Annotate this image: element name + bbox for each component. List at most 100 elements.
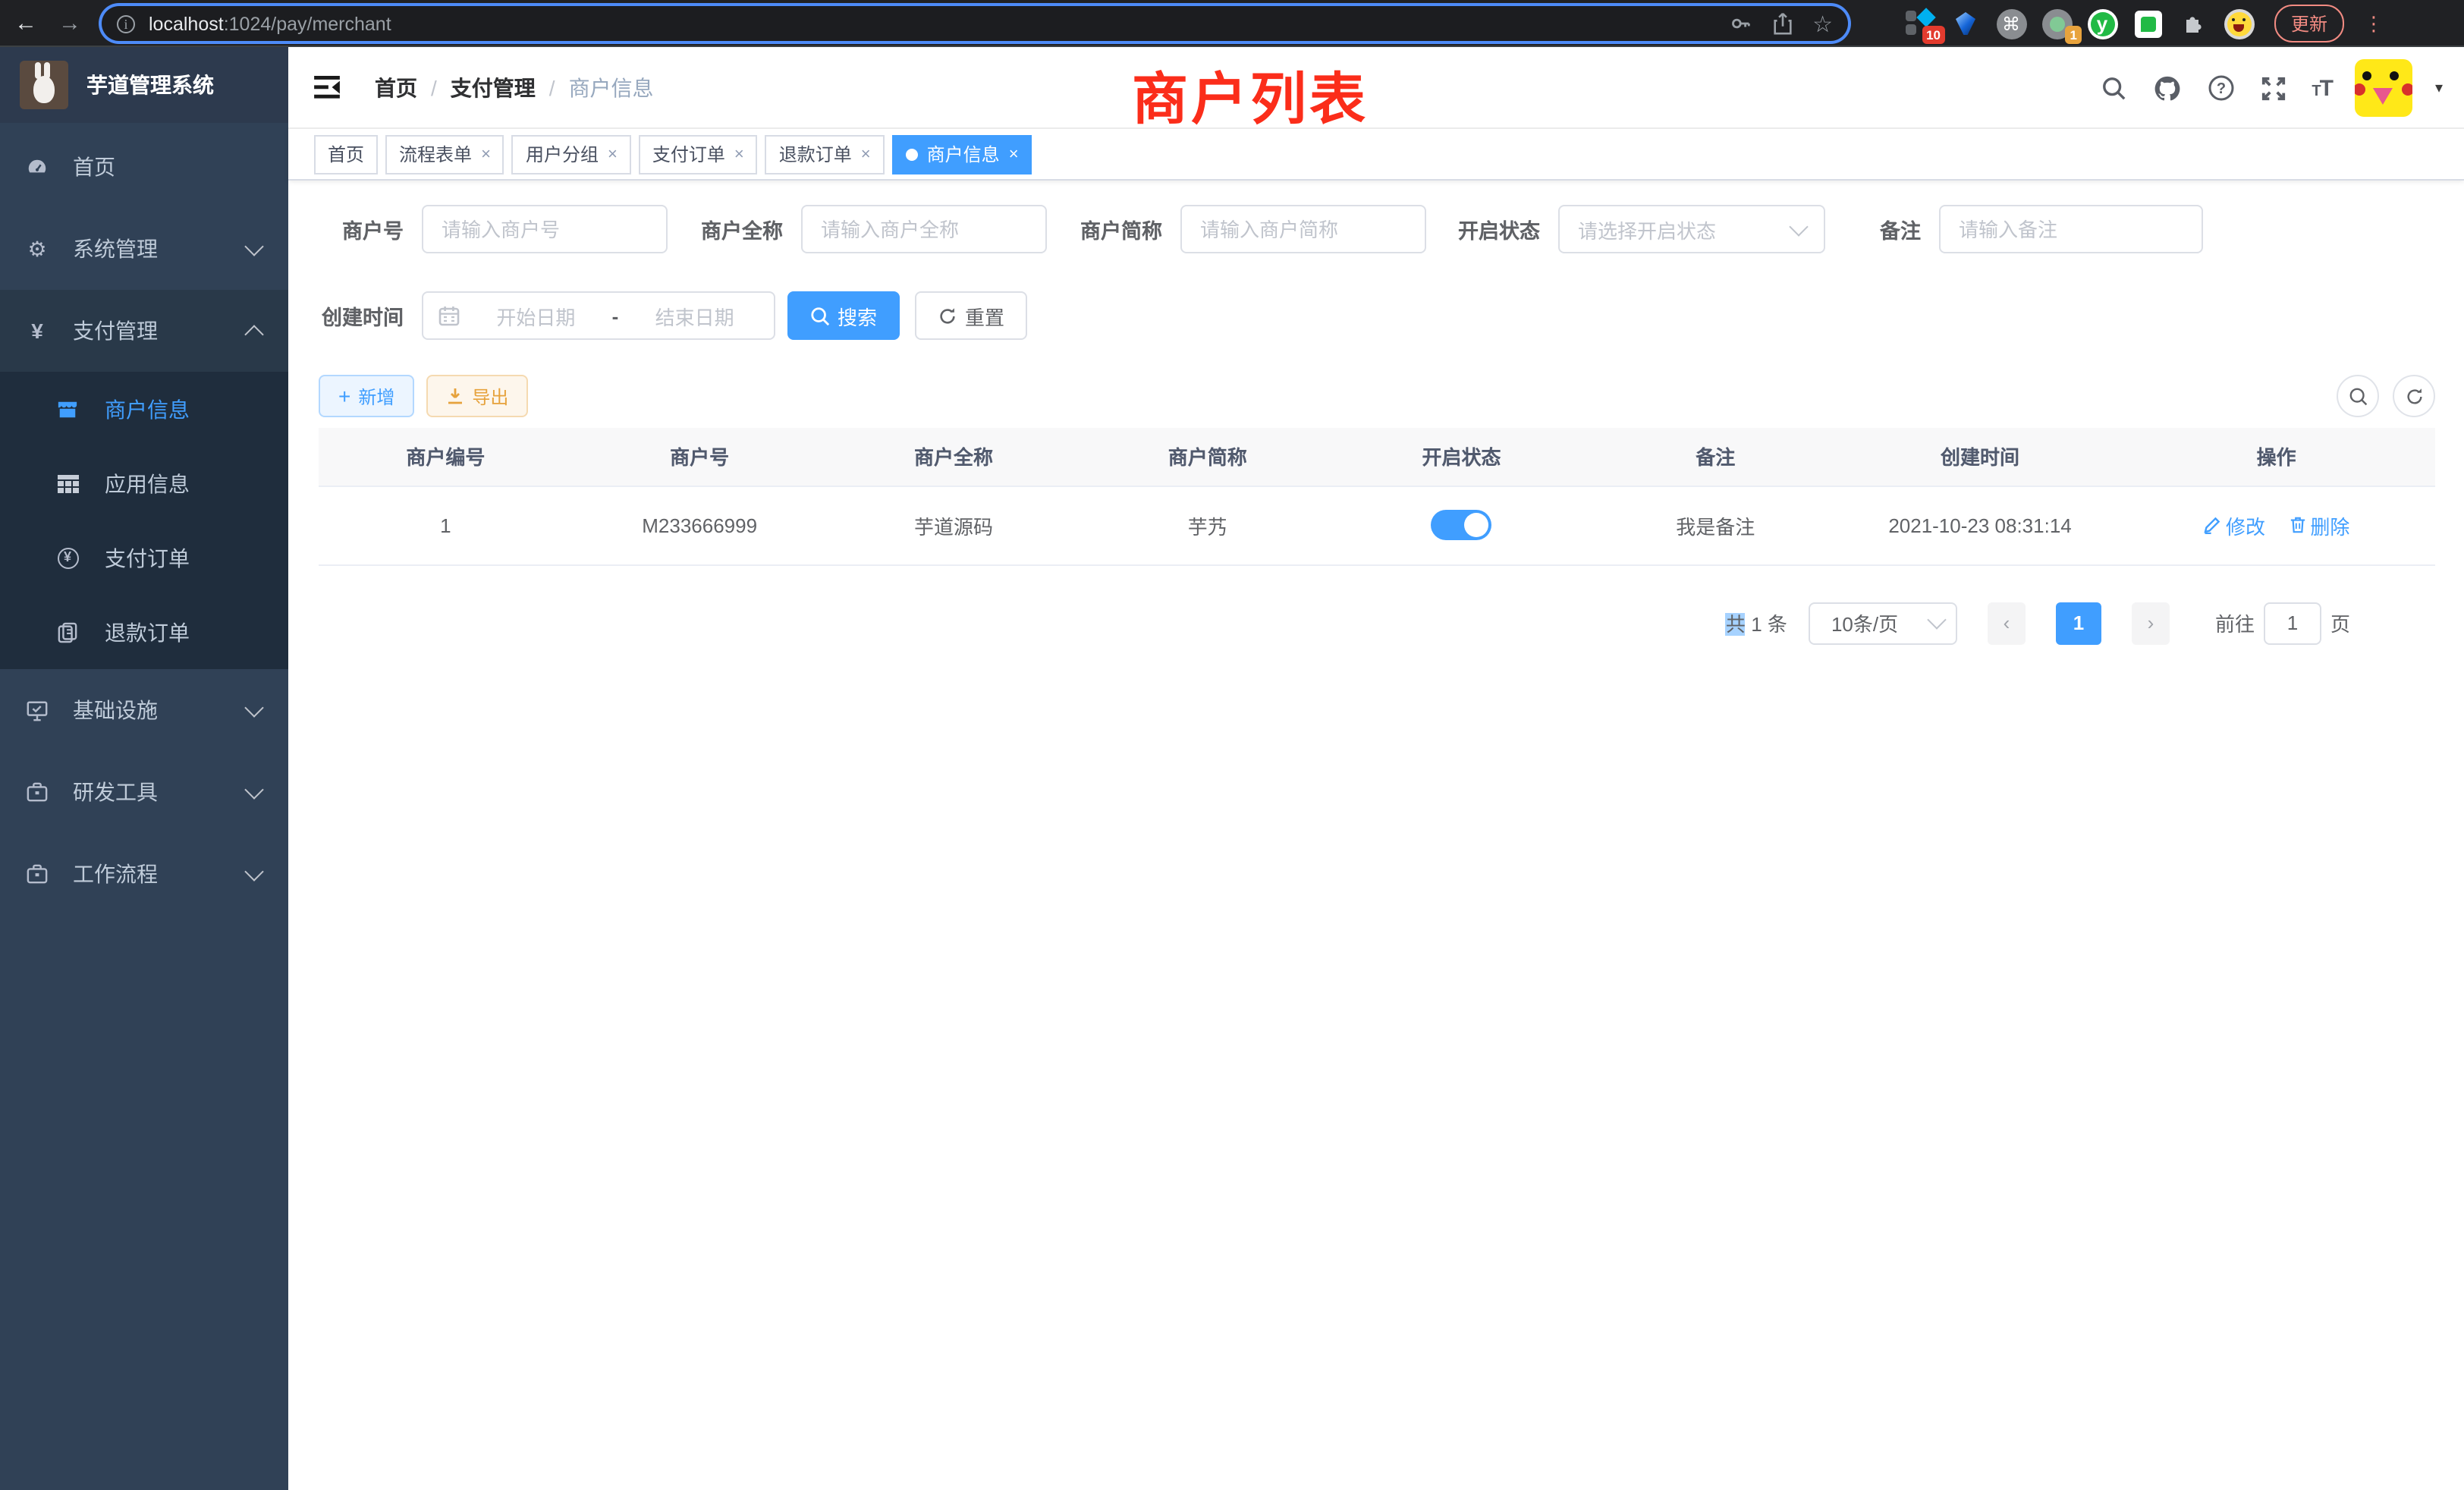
avatar-caret-icon[interactable]: ▾ (2435, 80, 2443, 96)
add-button[interactable]: + 新增 (319, 375, 414, 417)
github-icon[interactable] (2152, 73, 2183, 103)
tab-close-icon[interactable]: × (861, 145, 871, 163)
column-header-actions: 操作 (2117, 428, 2435, 486)
extension-gem-icon[interactable] (1950, 8, 1982, 39)
table-tools (2337, 375, 2435, 417)
extension-recorder-icon[interactable]: 1 (2041, 8, 2073, 39)
show-search-toggle-button[interactable] (2337, 375, 2379, 417)
search-button-label: 搜索 (838, 301, 877, 330)
goto-unit-label: 页 (2330, 608, 2350, 637)
sidebar-item-payment[interactable]: ¥ 支付管理 (0, 290, 288, 372)
sidebar-item-label: 支付订单 (105, 542, 190, 573)
user-avatar[interactable] (2355, 59, 2412, 117)
shop-icon (56, 398, 79, 420)
refresh-icon (938, 306, 957, 325)
cell-short-name: 芋艿 (1080, 486, 1334, 564)
y-letter: y (2090, 11, 2114, 36)
fullscreen-icon[interactable] (2258, 73, 2289, 103)
chevron-down-icon (1927, 610, 1946, 629)
blocker-square (1906, 24, 1916, 35)
remark-input[interactable] (1939, 205, 2203, 253)
breadcrumb-payment[interactable]: 支付管理 (451, 72, 536, 102)
page-size-value: 10条/页 (1831, 608, 1898, 637)
refresh-table-button[interactable] (2393, 375, 2435, 417)
extension-y-icon[interactable]: y (2086, 8, 2118, 39)
sidebar-item-infrastructure[interactable]: 基础设施 (0, 669, 288, 751)
extension-green-icon[interactable] (2132, 8, 2164, 39)
tab-close-icon[interactable]: × (481, 145, 491, 163)
tab-close-icon[interactable]: × (1009, 145, 1019, 163)
share-icon[interactable] (1771, 12, 1793, 35)
tab-close-icon[interactable]: × (734, 145, 744, 163)
cell-create-time: 2021-10-23 08:31:14 (1843, 486, 2118, 564)
merchant-no-input[interactable] (422, 205, 668, 253)
tab-pay-order[interactable]: 支付订单 × (639, 134, 758, 174)
breadcrumb-home[interactable]: 首页 (375, 72, 417, 102)
edit-link[interactable]: 修改 (2203, 511, 2265, 539)
bookmark-star-icon[interactable]: ☆ (1812, 10, 1833, 37)
plus-icon: + (338, 385, 350, 407)
tab-process-form[interactable]: 流程表单× (385, 134, 504, 174)
browser-back-button[interactable]: ← (8, 5, 44, 41)
next-page-button[interactable]: › (2132, 602, 2170, 644)
sidebar-item-workflow[interactable]: 工作流程 (0, 833, 288, 915)
help-icon[interactable]: ? (2205, 73, 2236, 103)
sidebar-item-refund-order[interactable]: 退款订单 (0, 595, 288, 669)
browser-forward-button[interactable]: → (52, 5, 88, 41)
tab-label: 退款订单 (779, 141, 852, 167)
tab-user-group[interactable]: 用户分组× (512, 134, 631, 174)
delete-link[interactable]: 删除 (2289, 511, 2349, 539)
full-name-input[interactable] (801, 205, 1047, 253)
tab-home[interactable]: 首页 (314, 134, 378, 174)
sidebar-toggle-button[interactable] (314, 76, 340, 99)
delete-link-label: 删除 (2310, 511, 2349, 539)
gem-shape (1956, 12, 1975, 35)
sidebar-item-app-info[interactable]: 应用信息 (0, 446, 288, 520)
page-info-icon[interactable]: i (117, 14, 135, 33)
sidebar-item-pay-order[interactable]: ¥ 支付订单 (0, 520, 288, 595)
extensions-puzzle-icon[interactable] (2177, 8, 2209, 39)
short-name-input[interactable] (1180, 205, 1426, 253)
tab-merchant-info[interactable]: 商户信息× (892, 134, 1032, 174)
column-header-id: 商户编号 (319, 428, 573, 486)
font-size-icon[interactable]: TT (2312, 75, 2332, 101)
reset-button[interactable]: 重置 (915, 291, 1027, 340)
search-button[interactable]: 搜索 (787, 291, 900, 340)
sidebar-item-system[interactable]: ⚙ 系统管理 (0, 208, 288, 290)
breadcrumb: 首页 / 支付管理 / 商户信息 (375, 72, 654, 102)
extension-command-icon[interactable]: ⌘ (1995, 8, 2027, 39)
header-search-icon[interactable] (2099, 73, 2129, 103)
password-key-icon[interactable] (1729, 12, 1752, 35)
calendar-icon (438, 305, 460, 326)
export-button-label: 导出 (472, 383, 508, 409)
chrome-menu-icon[interactable]: ⋮ (2364, 11, 2384, 36)
status-select-placeholder: 请选择开启状态 (1578, 215, 1716, 244)
sidebar-logo[interactable]: 芋道管理系统 (0, 47, 288, 123)
sidebar-item-dev-tools[interactable]: 研发工具 (0, 751, 288, 833)
prev-page-button[interactable]: ‹ (1988, 602, 2026, 644)
chevron-up-icon (244, 324, 263, 343)
export-button[interactable]: 导出 (426, 375, 528, 417)
sidebar-item-label: 工作流程 (73, 859, 158, 889)
svg-text:?: ? (2216, 80, 2225, 97)
grid-icon (56, 474, 79, 492)
tab-label: 支付订单 (652, 141, 725, 167)
status-select[interactable]: 请选择开启状态 (1558, 205, 1825, 253)
page-number-1[interactable]: 1 (2056, 602, 2101, 644)
address-bar[interactable]: i localhost:1024/pay/merchant ☆ (102, 6, 1848, 41)
status-toggle[interactable] (1432, 510, 1492, 540)
create-time-daterange[interactable]: 开始日期 - 结束日期 (422, 291, 775, 340)
app-title: 芋道管理系统 (86, 70, 214, 100)
column-header-status: 开启状态 (1334, 428, 1589, 486)
annotation-merchant-list: 商户列表 (1132, 53, 1369, 135)
profile-emoji-avatar[interactable] (2223, 8, 2255, 39)
tab-close-icon[interactable]: × (608, 145, 618, 163)
tab-refund-order[interactable]: 退款订单 × (765, 134, 885, 174)
sidebar-item-merchant-info[interactable]: 商户信息 (0, 372, 288, 446)
sidebar-item-home[interactable]: 首页 (0, 126, 288, 208)
goto-page-input[interactable] (2264, 602, 2321, 644)
chrome-update-button[interactable]: 更新 (2274, 5, 2344, 42)
extension-blocker-icon[interactable]: 10 (1904, 8, 1936, 39)
page-size-select[interactable]: 10条/页 (1809, 602, 1957, 644)
date-start-placeholder: 开始日期 (472, 301, 600, 330)
